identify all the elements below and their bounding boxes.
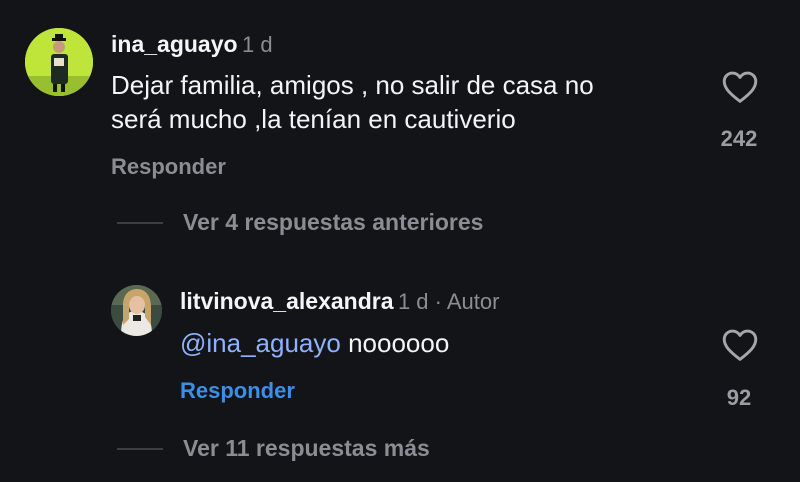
comment-header: litvinova_alexandra 1 d · Autor — [180, 290, 499, 313]
like-button[interactable] — [721, 328, 759, 362]
like-button[interactable] — [721, 70, 759, 104]
comment-header: ina_aguayo 1 d — [111, 33, 273, 56]
view-more-replies-button[interactable]: Ver 11 respuestas más — [117, 437, 430, 460]
thread-divider — [117, 221, 163, 224]
reply-button[interactable]: Responder — [180, 380, 295, 402]
heart-outline-icon — [722, 71, 758, 103]
like-count: 92 — [726, 385, 752, 410]
timestamp-and-author-badge: 1 d · Autor — [397, 289, 500, 314]
heart-outline-icon — [722, 329, 758, 361]
comments-thread: ina_aguayo 1 d Dejar familia, amigos , n… — [0, 0, 800, 482]
avatar[interactable] — [25, 28, 93, 96]
view-more-replies-label: Ver 11 respuestas más — [183, 435, 430, 461]
reply-button[interactable]: Responder — [111, 156, 226, 178]
like-count: 242 — [720, 126, 758, 151]
comment-text-line: será mucho ,la tenían en cautiverio — [111, 104, 516, 134]
graduate-avatar-icon — [25, 28, 93, 96]
timestamp: 1 d — [242, 32, 273, 57]
view-previous-replies-label: Ver 4 respuestas anteriores — [183, 209, 484, 235]
comment-text: @ina_aguayo noooooo — [180, 326, 449, 360]
mention-link[interactable]: @ina_aguayo — [180, 328, 341, 358]
view-previous-replies-button[interactable]: Ver 4 respuestas anteriores — [117, 211, 483, 234]
woman-avatar-icon — [111, 285, 162, 336]
comment-text-body: noooooo — [348, 328, 450, 358]
username[interactable]: ina_aguayo — [111, 31, 238, 57]
thread-divider — [117, 447, 163, 450]
avatar[interactable] — [111, 285, 162, 336]
comment-text-line: Dejar familia, amigos , no salir de casa… — [111, 70, 594, 100]
username[interactable]: litvinova_alexandra — [180, 288, 394, 314]
comment-text: Dejar familia, amigos , no salir de casa… — [111, 68, 594, 136]
